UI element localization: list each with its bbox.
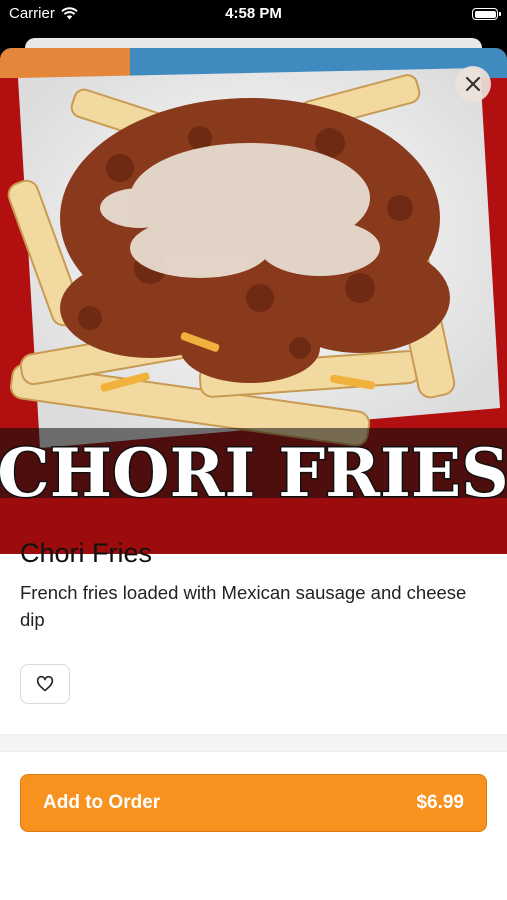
item-detail-sheet: CHORI FRIES	[0, 48, 507, 900]
item-title: Chori Fries	[20, 538, 153, 568]
battery-icon	[472, 8, 501, 20]
add-to-order-button[interactable]: Add to Order $6.99	[20, 774, 487, 832]
close-icon	[465, 76, 481, 92]
add-to-order-label: Add to Order	[43, 792, 161, 813]
food-photo: CHORI FRIES	[0, 48, 507, 554]
heart-icon	[36, 676, 54, 692]
status-time: 4:58 PM	[225, 5, 282, 22]
status-bar: Carrier 4:58 PM	[0, 0, 507, 30]
item-description: French fries loaded with Mexican sausage…	[20, 582, 467, 630]
close-button[interactable]	[455, 66, 491, 102]
favorite-button[interactable]	[20, 664, 70, 704]
order-price: $6.99	[416, 792, 464, 813]
section-divider	[0, 734, 507, 752]
item-image: CHORI FRIES	[0, 48, 507, 554]
item-info: Chori Fries French fries loaded with Mex…	[20, 538, 487, 633]
image-caption: CHORI FRIES	[0, 434, 507, 512]
